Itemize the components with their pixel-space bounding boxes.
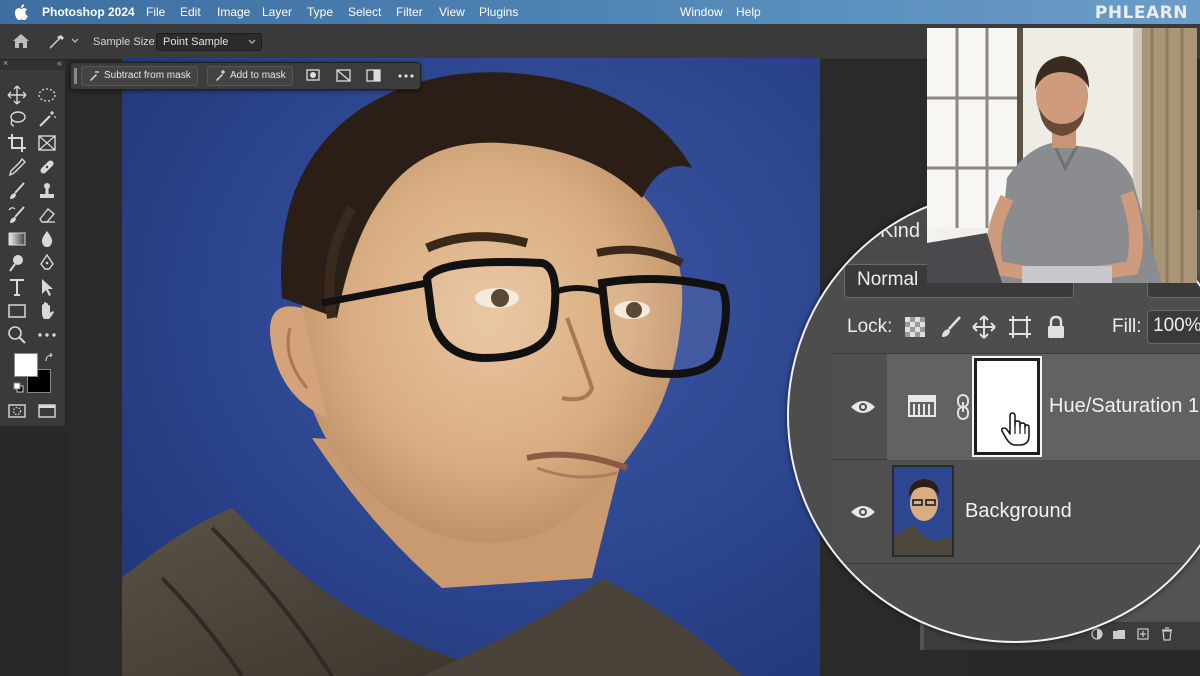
blend-mode-value: Normal: [857, 269, 919, 290]
sample-size-select[interactable]: Point Sample: [156, 33, 262, 51]
chevron-down-icon[interactable]: [71, 37, 79, 45]
sample-size-label: Sample Size:: [93, 36, 158, 48]
filter-kind-label[interactable]: Kind: [880, 220, 920, 243]
tools-panel-header: × «: [0, 58, 66, 70]
menu-bar: Photoshop 2024 File Edit Image Layer Typ…: [0, 0, 1200, 24]
crop-tool-icon[interactable]: [6, 132, 28, 154]
home-icon[interactable]: [12, 33, 30, 49]
menu-edit[interactable]: Edit: [180, 5, 201, 19]
menu-window[interactable]: Window: [680, 5, 723, 19]
add-to-mask-button[interactable]: Add to mask: [207, 66, 293, 86]
pen-tool-icon[interactable]: [36, 252, 58, 274]
lock-all-icon[interactable]: [1044, 315, 1068, 339]
collapse-icon[interactable]: «: [57, 58, 62, 68]
apple-icon[interactable]: [14, 4, 28, 20]
menu-view[interactable]: View: [439, 5, 465, 19]
subtract-from-mask-label: Subtract from mask: [104, 70, 191, 81]
blur-tool-icon[interactable]: [36, 228, 58, 250]
menu-filter[interactable]: Filter: [396, 5, 423, 19]
drag-handle[interactable]: [74, 68, 77, 84]
marquee-tool-icon[interactable]: [36, 84, 58, 106]
rectangle-tool-icon[interactable]: [6, 300, 28, 322]
move-tool-icon[interactable]: [6, 84, 28, 106]
menu-help[interactable]: Help: [736, 5, 761, 19]
fill-value: 100%: [1153, 315, 1200, 336]
screen-mode-icon[interactable]: [36, 400, 58, 422]
menu-plugins[interactable]: Plugins: [479, 5, 518, 19]
app-name-menu[interactable]: Photoshop 2024: [42, 5, 135, 19]
magic-wand-tool-icon[interactable]: [36, 108, 58, 130]
lock-transparent-pixels-icon[interactable]: [903, 315, 927, 339]
more-options-icon[interactable]: [397, 68, 415, 84]
hue-saturation-adjustment-icon[interactable]: [908, 394, 936, 418]
close-icon[interactable]: ×: [3, 58, 8, 68]
eyedropper-tool-preset-icon[interactable]: [48, 33, 66, 51]
menu-image[interactable]: Image: [217, 5, 250, 19]
hand-pointer-cursor-icon: [1001, 412, 1030, 446]
instructor-webcam-video: [927, 28, 1197, 283]
zoom-tool-icon[interactable]: [6, 324, 28, 346]
document-photo[interactable]: [122, 58, 820, 676]
type-tool-icon[interactable]: [6, 276, 28, 298]
contextual-task-bar: Subtract from mask Add to mask: [70, 62, 421, 90]
frame-tool-icon[interactable]: [36, 132, 58, 154]
clone-stamp-tool-icon[interactable]: [36, 180, 58, 202]
layer-name-hue-saturation[interactable]: Hue/Saturation 1: [1049, 395, 1199, 418]
default-colors-icon[interactable]: [13, 382, 25, 394]
path-selection-tool-icon[interactable]: [36, 276, 58, 298]
eraser-tool-icon[interactable]: [36, 204, 58, 226]
mask-disable-icon[interactable]: [335, 68, 353, 84]
lock-artboard-icon[interactable]: [1008, 315, 1032, 339]
brush-minus-icon: [90, 71, 99, 81]
background-layer-thumbnail[interactable]: [892, 465, 954, 557]
menu-type[interactable]: Type: [307, 5, 333, 19]
mask-link-chain-icon[interactable]: [955, 393, 971, 421]
menu-file[interactable]: File: [146, 5, 165, 19]
menu-select[interactable]: Select: [348, 5, 381, 19]
tools-panel: × «: [0, 58, 66, 426]
hand-tool-icon[interactable]: [36, 300, 58, 322]
gradient-tool-icon[interactable]: [6, 228, 28, 250]
eye-visibility-icon[interactable]: [850, 399, 876, 415]
add-to-mask-label: Add to mask: [230, 70, 286, 81]
photoshop-window: Photoshop 2024 File Edit Image Layer Typ…: [0, 0, 1200, 676]
lock-position-icon[interactable]: [972, 315, 996, 339]
mask-invert-icon[interactable]: [365, 68, 383, 84]
sample-size-value: Point Sample: [163, 36, 229, 48]
instructor-video-frame: [927, 28, 1197, 283]
history-brush-tool-icon[interactable]: [6, 204, 28, 226]
phlearn-logo: PHLEARN: [1094, 3, 1188, 23]
eyedropper-tool-icon[interactable]: [6, 156, 28, 178]
menu-layer[interactable]: Layer: [262, 5, 292, 19]
healing-brush-tool-icon[interactable]: [36, 156, 58, 178]
swap-colors-icon[interactable]: [44, 353, 54, 363]
portrait-image: [122, 72, 742, 676]
brush-plus-icon: [216, 70, 225, 81]
mask-refine-icon[interactable]: [305, 68, 323, 84]
foreground-color-swatch[interactable]: [14, 353, 38, 377]
layer-name-background[interactable]: Background: [965, 500, 1072, 523]
subtract-from-mask-button[interactable]: Subtract from mask: [81, 66, 198, 86]
more-tools-icon[interactable]: [36, 324, 58, 346]
lock-image-pixels-icon[interactable]: [939, 315, 963, 339]
fill-label: Fill:: [1112, 316, 1142, 337]
quick-mask-icon[interactable]: [6, 400, 28, 422]
dodge-tool-icon[interactable]: [6, 252, 28, 274]
chevron-down-icon: [248, 39, 256, 44]
lock-label: Lock:: [847, 316, 893, 337]
fill-field[interactable]: 100%: [1147, 310, 1200, 344]
brush-tool-icon[interactable]: [6, 180, 28, 202]
lasso-tool-icon[interactable]: [6, 108, 28, 130]
eye-visibility-icon[interactable]: [850, 504, 876, 520]
